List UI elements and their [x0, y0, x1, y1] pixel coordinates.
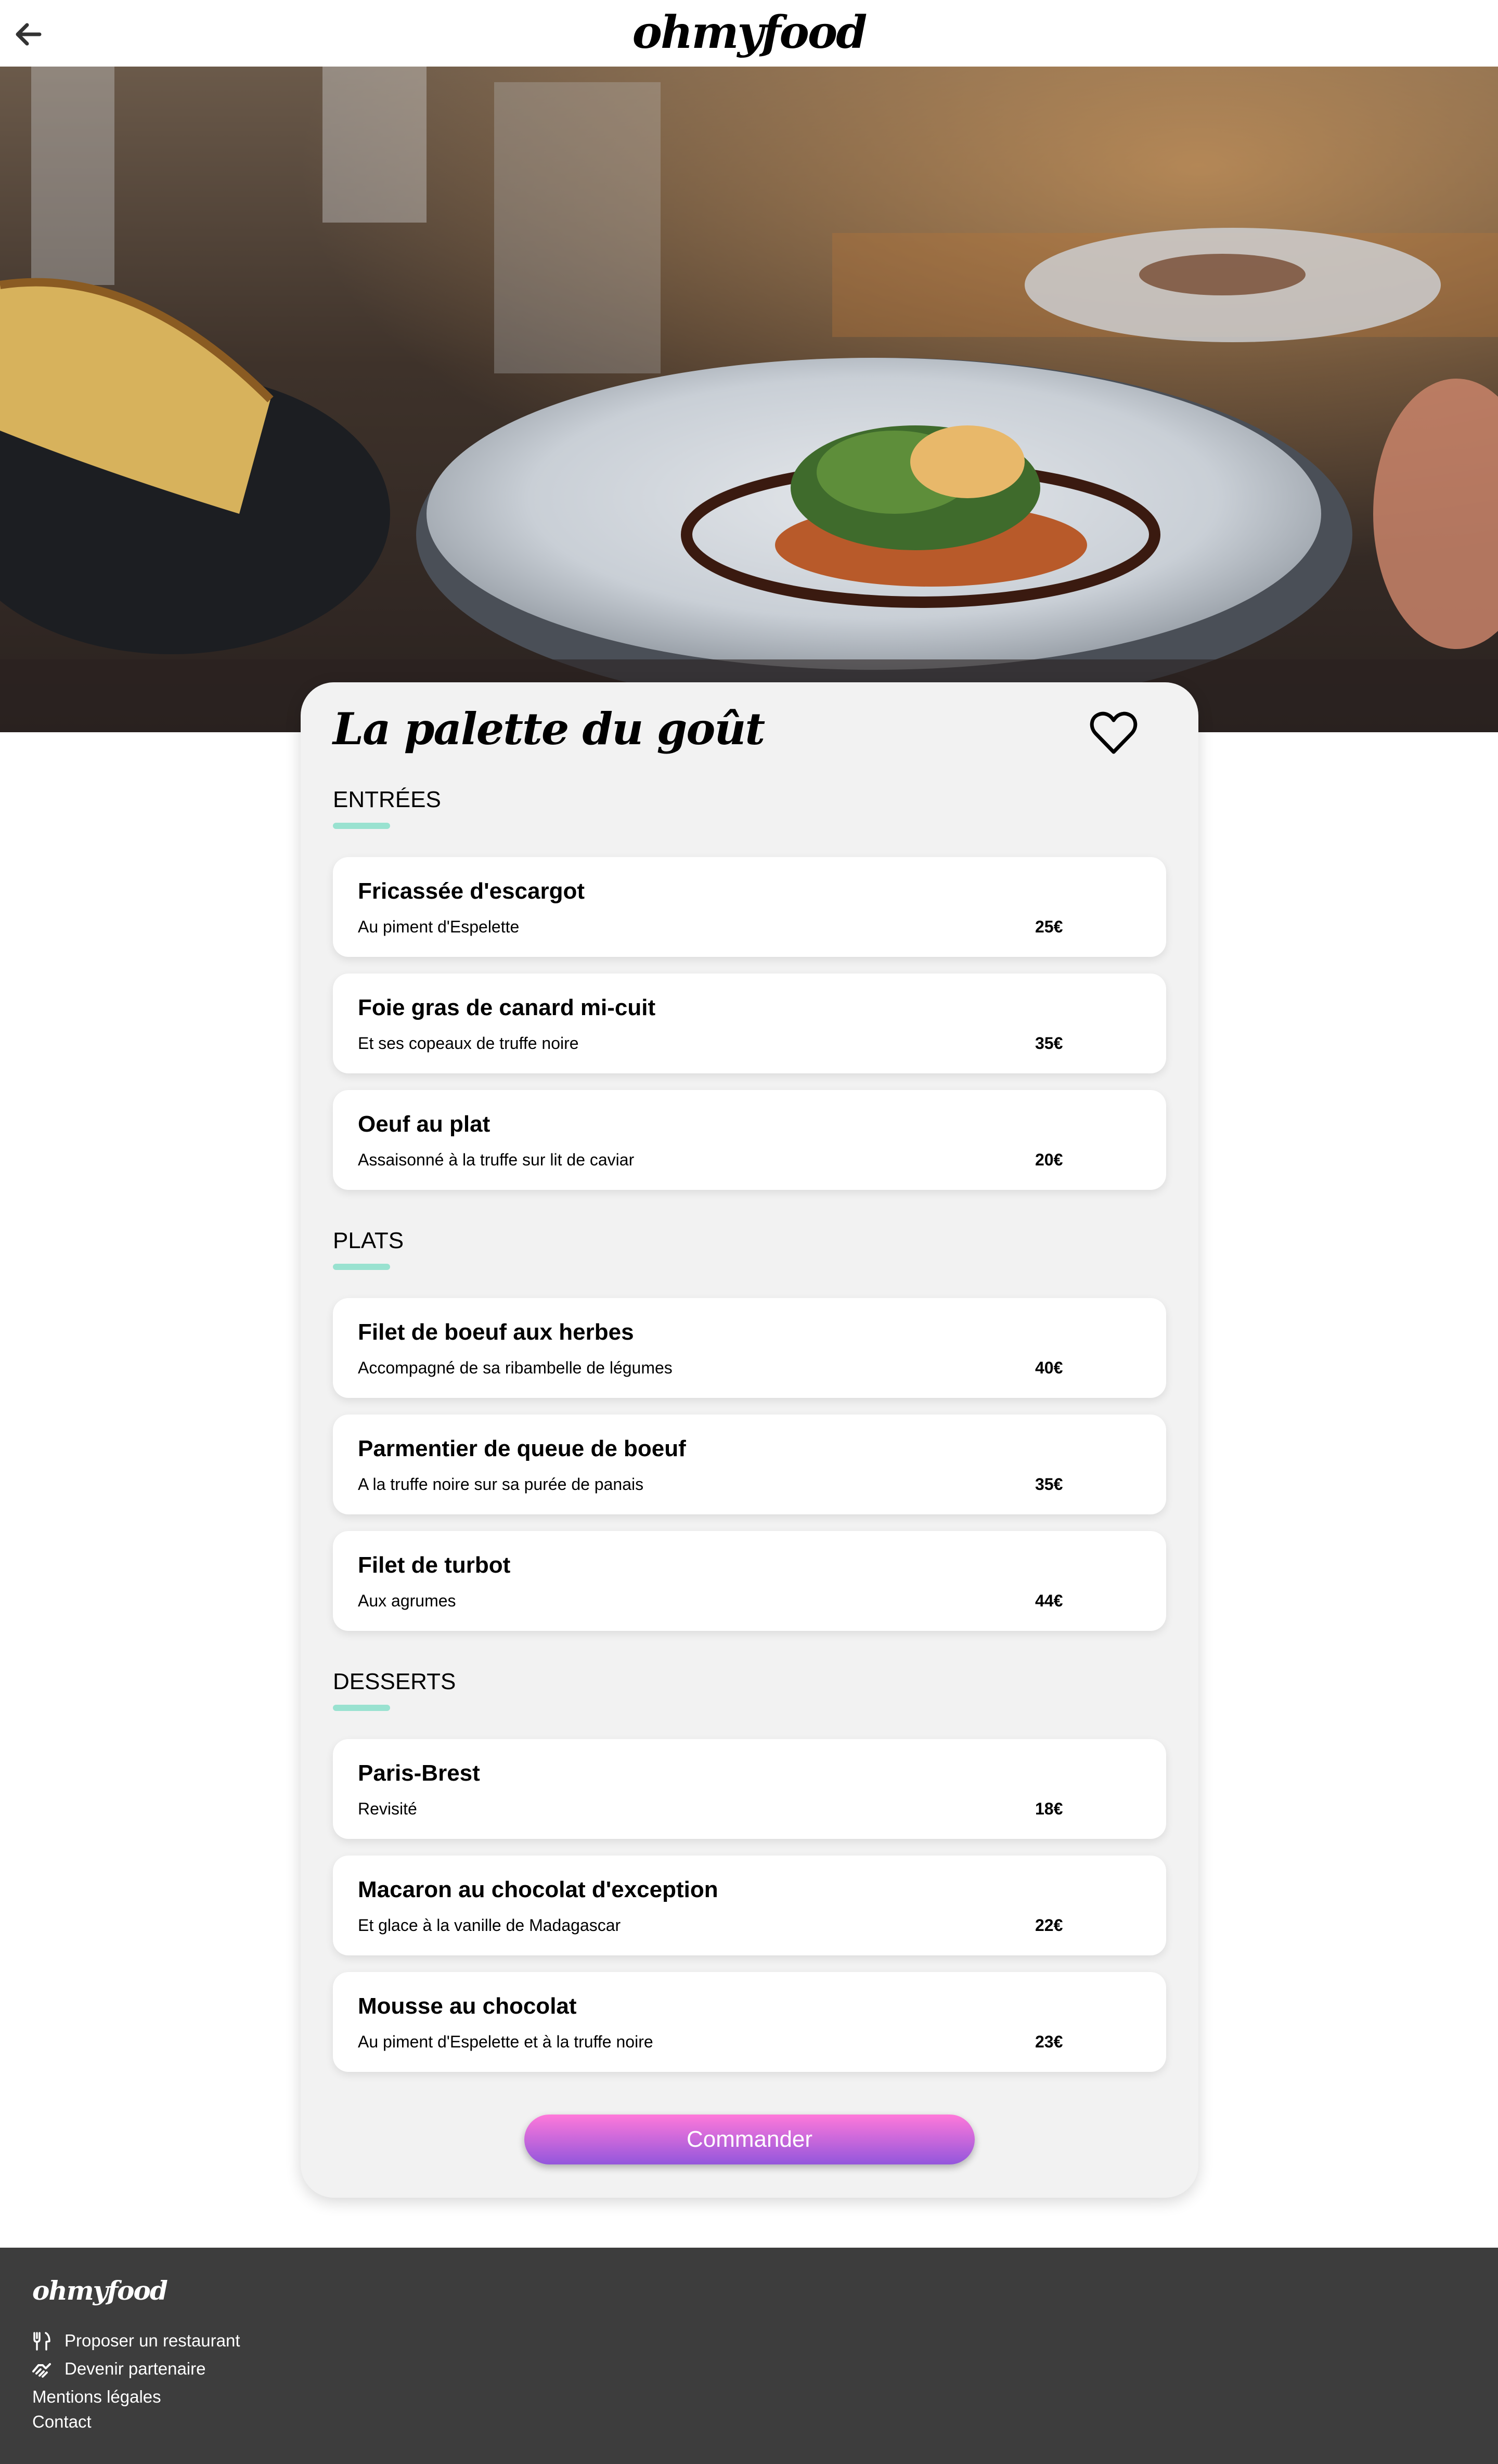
- dish-card[interactable]: Parmentier de queue de boeuf A la truffe…: [333, 1415, 1166, 1514]
- dish-card[interactable]: Mousse au chocolat Au piment d'Espelette…: [333, 1972, 1166, 2072]
- hero-image: [0, 67, 1498, 732]
- dish-price: 18€: [1035, 1799, 1063, 1818]
- dish-description: Accompagné de sa ribambelle de légumes: [358, 1358, 673, 1377]
- dish-price: 20€: [1035, 1150, 1063, 1169]
- footer-link-contact[interactable]: Contact: [32, 2410, 92, 2434]
- heart-outline-icon: [1090, 711, 1138, 754]
- handshake-icon: [32, 2363, 51, 2378]
- dish-name: Oeuf au plat: [358, 1111, 490, 1137]
- footer-link-propose-restaurant[interactable]: Proposer un restaurant: [64, 2329, 240, 2353]
- section-title-desserts: DESSERTS: [333, 1669, 456, 1694]
- dish-card[interactable]: Filet de boeuf aux herbes Accompagné de …: [333, 1298, 1166, 1398]
- restaurant-title: La palette du goût: [333, 703, 765, 755]
- dish-description: Revisité: [358, 1799, 417, 1818]
- dish-name: Fricassée d'escargot: [358, 878, 585, 904]
- dish-description: Et glace à la vanille de Madagascar: [358, 1916, 621, 1935]
- dish-price: 25€: [1035, 917, 1063, 936]
- dish-card[interactable]: Fricassée d'escargot Au piment d'Espelet…: [333, 857, 1166, 957]
- dish-price: 23€: [1035, 2032, 1063, 2051]
- dish-card[interactable]: Paris-Brest Revisité 18€: [333, 1739, 1166, 1839]
- dish-description: Au piment d'Espelette: [358, 917, 520, 936]
- dish-description: Assaisonné à la truffe sur lit de caviar: [358, 1150, 635, 1169]
- header: ohmyfood: [0, 0, 1498, 67]
- dish-price: 40€: [1035, 1358, 1063, 1377]
- dish-card[interactable]: Filet de turbot Aux agrumes 44€: [333, 1531, 1166, 1631]
- site-logo[interactable]: ohmyfood: [0, 4, 1498, 61]
- dish-description: Aux agrumes: [358, 1591, 456, 1610]
- favorite-button[interactable]: [1089, 709, 1139, 757]
- section-underline: [333, 1264, 390, 1270]
- section-title-plats: PLATS: [333, 1228, 404, 1253]
- dish-name: Macaron au chocolat d'exception: [358, 1877, 718, 1902]
- menu-card: La palette du goût ENTRÉES Fricassée d'e…: [301, 682, 1198, 2198]
- dish-description: Et ses copeaux de truffe noire: [358, 1034, 579, 1053]
- dish-price: 22€: [1035, 1916, 1063, 1935]
- utensils-icon: [33, 2332, 50, 2351]
- footer: ohmyfood Proposer un restaurant Devenir …: [0, 2248, 1498, 2464]
- dish-name: Filet de turbot: [358, 1552, 511, 1578]
- dish-card[interactable]: Macaron au chocolat d'exception Et glace…: [333, 1856, 1166, 1955]
- section-underline: [333, 1705, 390, 1711]
- dish-name: Paris-Brest: [358, 1760, 480, 1786]
- dish-price: 35€: [1035, 1034, 1063, 1053]
- footer-link-legal[interactable]: Mentions légales: [32, 2385, 161, 2409]
- footer-link-become-partner[interactable]: Devenir partenaire: [64, 2357, 205, 2381]
- section-underline: [333, 823, 390, 829]
- dish-card[interactable]: Foie gras de canard mi-cuit Et ses copea…: [333, 974, 1166, 1073]
- dish-description: A la truffe noire sur sa purée de panais: [358, 1475, 644, 1494]
- dish-description: Au piment d'Espelette et à la truffe noi…: [358, 2032, 653, 2051]
- dish-price: 44€: [1035, 1591, 1063, 1610]
- dish-name: Mousse au chocolat: [358, 1993, 577, 2019]
- section-title-entrees: ENTRÉES: [333, 787, 441, 812]
- footer-logo[interactable]: ohmyfood: [32, 2273, 168, 2309]
- order-button[interactable]: Commander: [524, 2115, 975, 2164]
- restaurant-plate-photo: [0, 67, 1498, 732]
- dish-name: Filet de boeuf aux herbes: [358, 1319, 634, 1345]
- dish-card[interactable]: Oeuf au plat Assaisonné à la truffe sur …: [333, 1090, 1166, 1190]
- dish-price: 35€: [1035, 1475, 1063, 1494]
- dish-name: Parmentier de queue de boeuf: [358, 1436, 686, 1461]
- dish-name: Foie gras de canard mi-cuit: [358, 995, 656, 1020]
